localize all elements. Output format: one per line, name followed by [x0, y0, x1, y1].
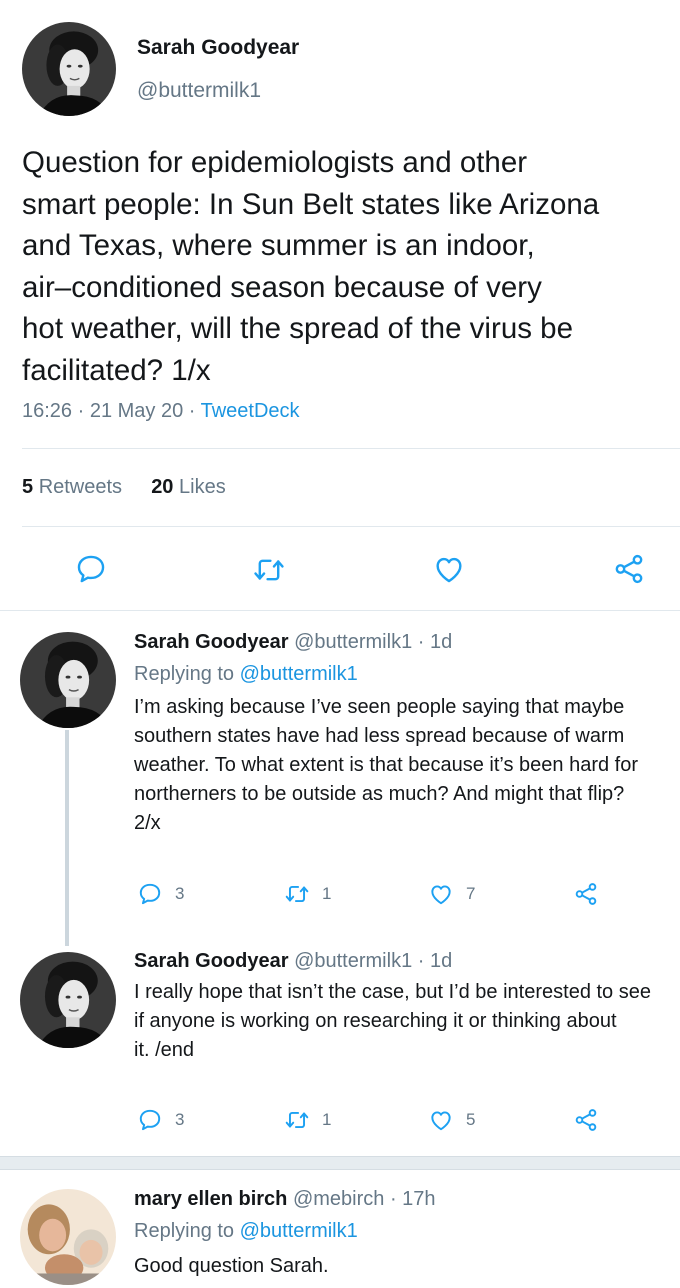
tweet-source-link[interactable]: TweetDeck — [201, 400, 300, 422]
reply-avatar[interactable] — [20, 1189, 116, 1285]
speech-bubble-icon — [77, 555, 105, 583]
retweets-stat[interactable]: 5 Retweets — [22, 476, 122, 498]
reply-avatar[interactable] — [20, 952, 116, 1048]
author-avatar[interactable] — [22, 22, 116, 116]
reply-text: I’m asking because I’ve seen people sayi… — [134, 696, 639, 834]
reply-author-name[interactable]: mary ellen birch — [134, 1188, 287, 1210]
reply-author-handle[interactable]: @buttermilk1 — [294, 631, 412, 653]
speech-bubble-icon — [139, 883, 161, 905]
reply-author-name[interactable]: Sarah Goodyear — [134, 631, 289, 653]
section-separator — [0, 1156, 680, 1170]
heart-icon — [431, 885, 451, 905]
like-count: 7 — [466, 884, 476, 903]
share-nodes-icon — [575, 1109, 597, 1131]
share-button[interactable] — [573, 1107, 599, 1133]
retweets-count: 5 — [22, 476, 34, 498]
tweet-time: 16:26 · 21 May 20 · — [22, 400, 201, 422]
retweet-button[interactable] — [252, 553, 286, 587]
divider — [0, 610, 680, 611]
reply-age: · 17h — [389, 1188, 436, 1210]
reply-author-handle[interactable]: @mebirch — [293, 1188, 384, 1210]
like-button[interactable]: 5 — [428, 1107, 475, 1133]
replying-to-handle[interactable]: @buttermilk1 — [240, 663, 358, 685]
reply-avatar[interactable] — [20, 632, 116, 728]
replying-to: Replying to @buttermilk1 — [134, 663, 358, 686]
share-nodes-icon — [615, 554, 643, 584]
retweet-button[interactable]: 1 — [284, 881, 331, 907]
retweet-arrows-icon — [254, 559, 284, 581]
reply-button[interactable]: 3 — [137, 881, 184, 907]
reply-header: mary ellen birch @mebirch · 17h — [134, 1188, 436, 1211]
share-button[interactable] — [612, 552, 646, 586]
retweet-arrows-icon — [285, 885, 309, 903]
likes-count: 20 — [151, 476, 174, 498]
replying-to-label: Replying to — [134, 663, 240, 685]
retweet-arrows-icon — [285, 1111, 309, 1129]
reply-header: Sarah Goodyear @buttermilk1 · 1d — [134, 950, 452, 973]
reply-text: I really hope that isn’t the case, but I… — [134, 981, 651, 1061]
retweet-button[interactable]: 1 — [284, 1107, 331, 1133]
speech-bubble-icon — [139, 1109, 161, 1131]
retweet-count: 1 — [322, 884, 332, 903]
replying-to-handle[interactable]: @buttermilk1 — [240, 1220, 358, 1242]
divider — [22, 448, 680, 449]
reply-age: · 1d — [417, 631, 453, 653]
divider — [22, 526, 680, 527]
reply-count: 3 — [175, 884, 185, 903]
reply-age: · 1d — [417, 950, 453, 972]
heart-icon — [436, 557, 462, 583]
engagement-counts: 5 Retweets 20 Likes — [22, 476, 226, 499]
retweet-count: 1 — [322, 1110, 332, 1129]
reply-header: Sarah Goodyear @buttermilk1 · 1d — [134, 631, 452, 654]
reply-author-handle[interactable]: @buttermilk1 — [294, 950, 412, 972]
share-nodes-icon — [575, 883, 597, 905]
retweets-label: Retweets — [38, 476, 123, 498]
reply-button[interactable] — [74, 552, 108, 586]
likes-stat[interactable]: 20 Likes — [151, 476, 226, 498]
reply-button[interactable]: 3 — [137, 1107, 184, 1133]
author-name[interactable]: Sarah Goodyear — [137, 36, 299, 60]
replying-to: Replying to @buttermilk1 — [134, 1220, 358, 1243]
tweet-meta: 16:26 · 21 May 20 · TweetDeck — [22, 400, 300, 423]
like-button[interactable]: 7 — [428, 881, 475, 907]
like-count: 5 — [466, 1110, 476, 1129]
replying-to-label: Replying to — [134, 1220, 240, 1242]
like-button[interactable] — [432, 552, 466, 586]
share-button[interactable] — [573, 881, 599, 907]
heart-icon — [431, 1111, 451, 1131]
likes-label: Likes — [179, 476, 226, 498]
author-handle[interactable]: @buttermilk1 — [137, 79, 261, 103]
reply-count: 3 — [175, 1110, 185, 1129]
tweet-text: Question for epidemiologists and other s… — [22, 146, 600, 387]
reply-text: Good question Sarah. — [134, 1255, 329, 1277]
thread-connector — [65, 730, 69, 946]
reply-author-name[interactable]: Sarah Goodyear — [134, 950, 289, 972]
